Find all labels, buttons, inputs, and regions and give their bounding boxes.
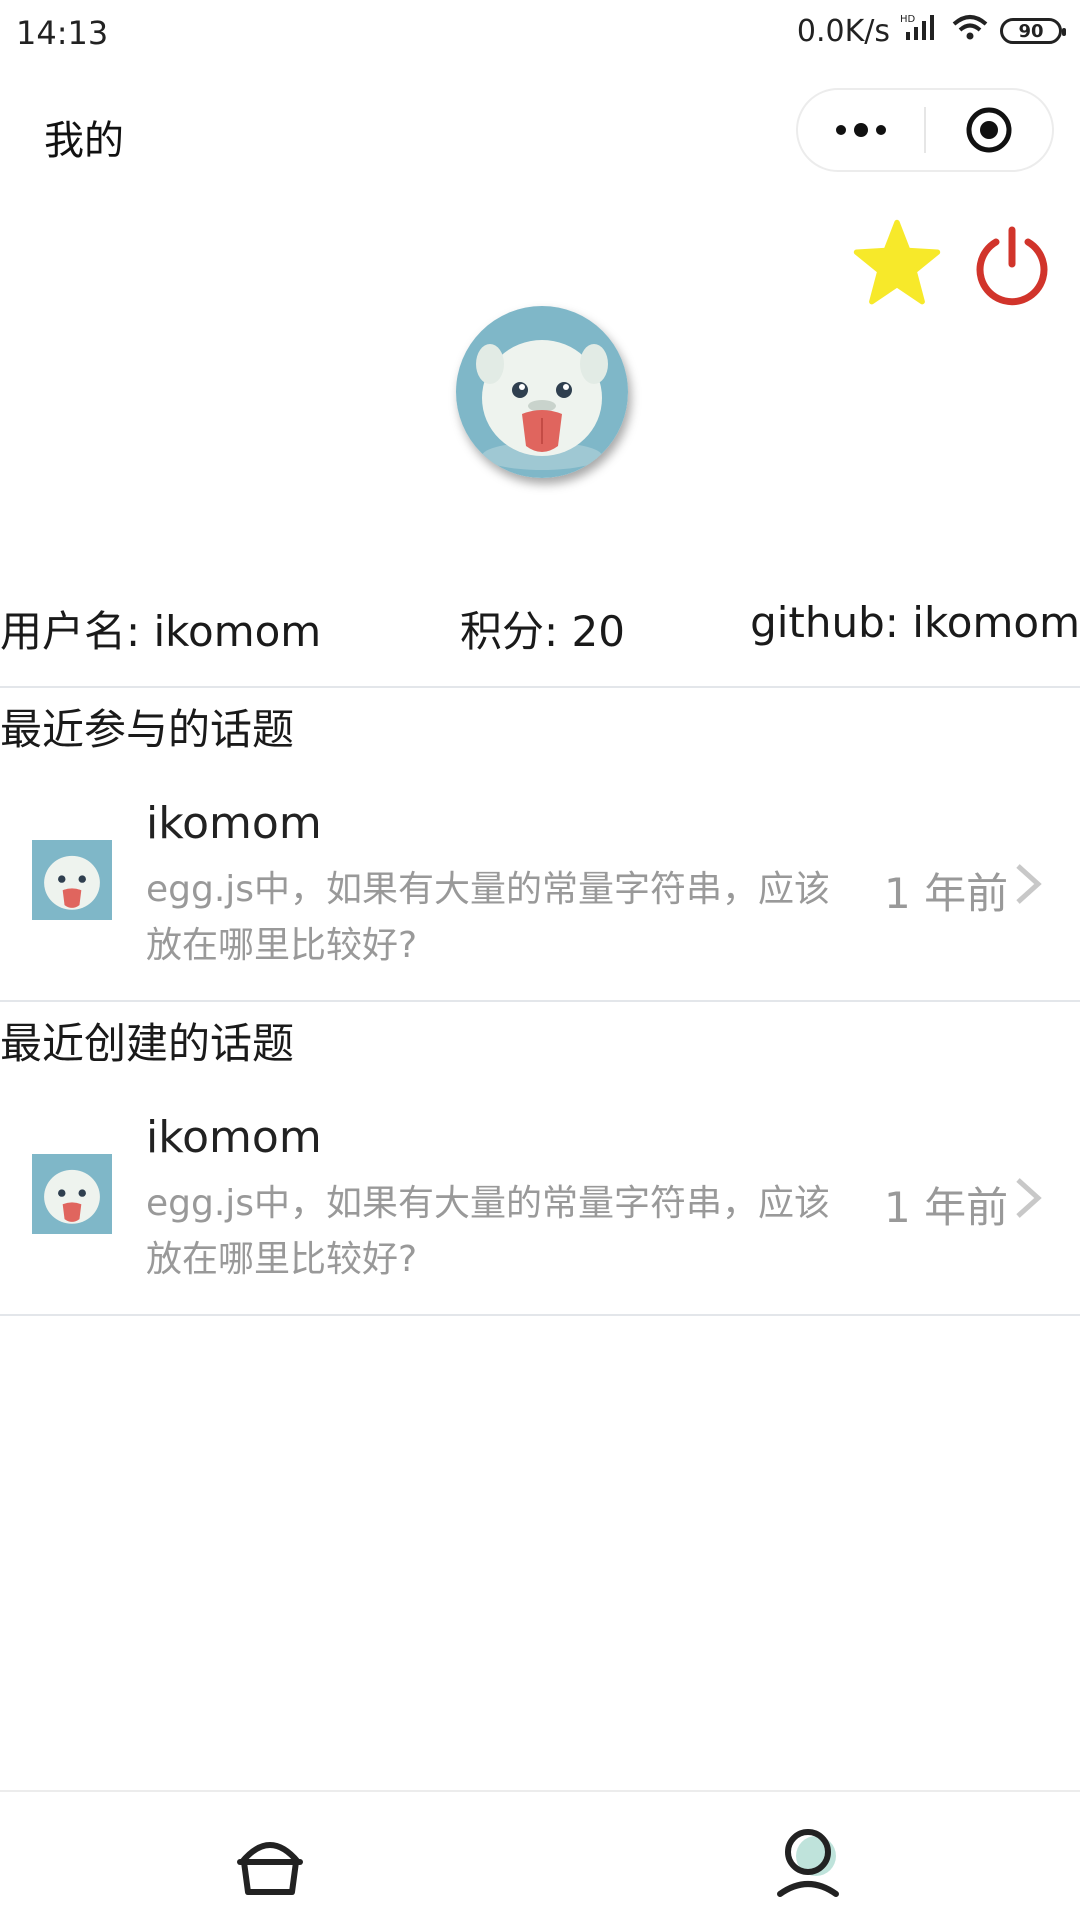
list-item[interactable]: ikomom egg.js中，如果有大量的常量字符串，应该放在哪里比较好? 1 …: [0, 780, 1080, 1010]
favorites-button[interactable]: [852, 218, 942, 308]
tab-bar: [0, 1790, 1080, 1922]
topic-author: ikomom: [146, 798, 322, 849]
username-label: 用户名: ikomom: [0, 607, 322, 656]
status-right: 0.0K/s HD 90: [796, 12, 1066, 50]
chevron-right-icon: [1016, 864, 1042, 904]
battery-indicator: 90: [1000, 18, 1066, 44]
chevron-right-icon: [1016, 1178, 1042, 1218]
section-title-recent-created: 最近创建的话题: [0, 1019, 295, 1068]
star-icon: [853, 219, 941, 305]
tab-home[interactable]: [230, 1822, 310, 1902]
signal-icon: HD: [900, 12, 940, 50]
wifi-icon: [950, 12, 990, 50]
topic-time: 1 年前: [884, 869, 1009, 918]
topic-title: egg.js中，如果有大量的常量字符串，应该放在哪里比较好?: [146, 1183, 831, 1280]
divider: [0, 1000, 1080, 1002]
svg-text:HD: HD: [900, 14, 916, 25]
section-title-recent-replies: 最近参与的话题: [0, 705, 295, 754]
github-label: github: ikomom: [750, 598, 1080, 647]
power-icon: [976, 226, 1048, 306]
topic-author: ikomom: [146, 1112, 322, 1163]
page-title: 我的: [44, 118, 124, 164]
user-icon: [777, 1829, 839, 1897]
divider: [0, 1314, 1080, 1316]
profile-info-row: 用户名: ikomom 积分: 20 github: ikomom: [0, 598, 1080, 662]
topic-author-avatar: [32, 1154, 112, 1234]
topic-time: 1 年前: [884, 1183, 1009, 1232]
target-icon: [966, 107, 1012, 153]
logout-button[interactable]: [972, 226, 1052, 306]
more-button[interactable]: [798, 90, 924, 170]
topic-title: egg.js中，如果有大量的常量字符串，应该放在哪里比较好?: [146, 869, 831, 966]
list-item[interactable]: ikomom egg.js中，如果有大量的常量字符串，应该放在哪里比较好? 1 …: [0, 1094, 1080, 1324]
avatar: [456, 306, 628, 478]
score-label: 积分: 20: [460, 607, 625, 656]
home-icon: [237, 1842, 303, 1895]
divider: [0, 686, 1080, 688]
net-speed: 0.0K/s: [796, 13, 890, 49]
tab-profile[interactable]: [770, 1822, 850, 1902]
more-icon: [836, 123, 886, 137]
mini-program-capsule: [796, 88, 1054, 172]
topic-author-avatar: [32, 840, 112, 920]
status-time: 14:13: [16, 14, 109, 52]
close-program-button[interactable]: [926, 90, 1052, 170]
